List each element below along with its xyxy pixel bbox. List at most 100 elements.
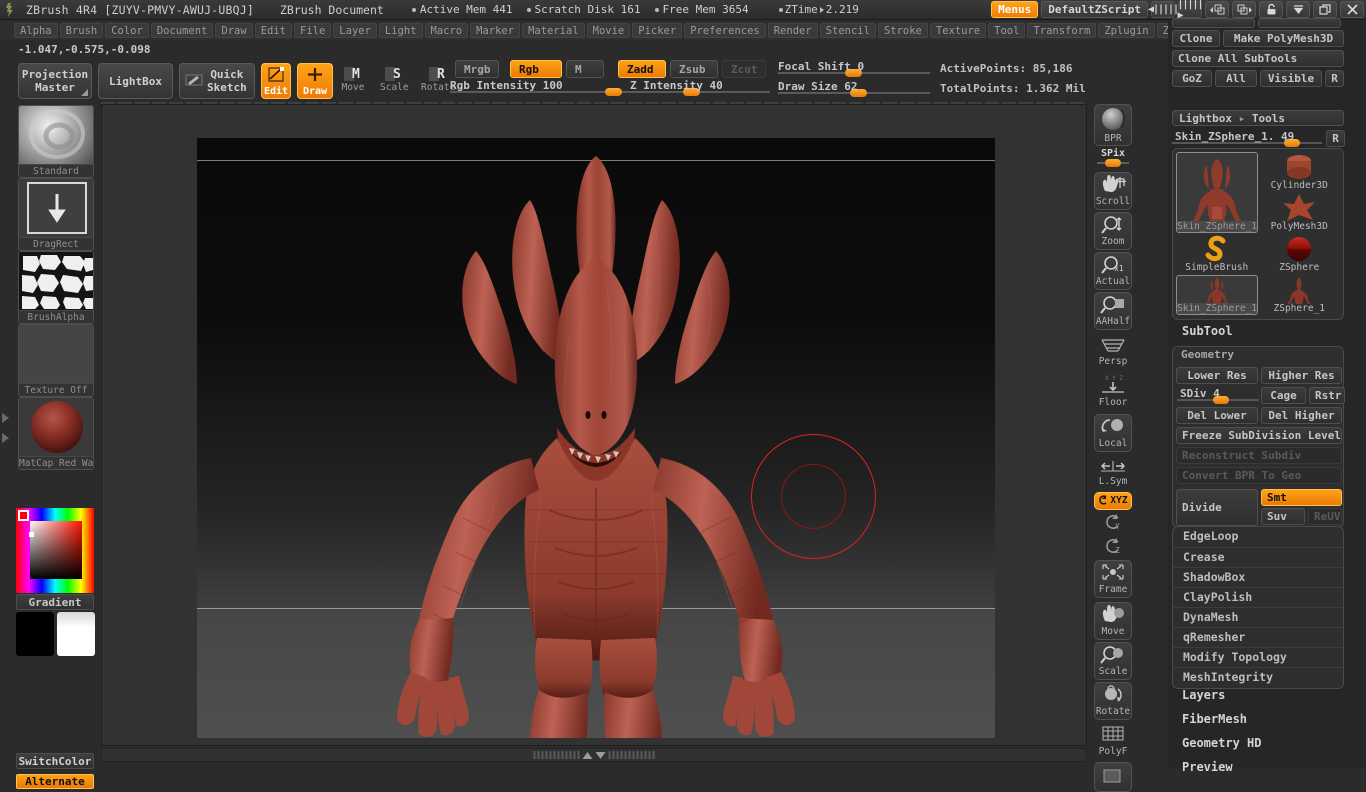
menu-item-stroke[interactable]: Stroke [877, 23, 928, 38]
menu-item-file[interactable]: File [294, 23, 332, 38]
scroll-down-icon[interactable] [595, 751, 606, 759]
scroll-grip-right-icon[interactable] [608, 751, 655, 759]
persp-button[interactable]: Persp [1094, 332, 1132, 370]
menu-item-marker[interactable]: Marker [470, 23, 521, 38]
make-polymesh3d-button[interactable]: Make PolyMesh3D [1223, 30, 1344, 47]
menu-item-draw[interactable]: Draw [215, 23, 253, 38]
tool-thumb-simplebrush[interactable]: SimpleBrush [1176, 234, 1258, 274]
bpr-button[interactable]: BPR [1094, 104, 1132, 146]
menu-item-render[interactable]: Render [767, 23, 818, 38]
prev-bars-icon[interactable]: ◀||||| [1148, 1, 1179, 18]
goz-button[interactable]: GoZ [1172, 70, 1212, 87]
subtool-section-header[interactable]: SubTool [1182, 324, 1233, 338]
section-geometry-hd[interactable]: Geometry HD [1182, 736, 1261, 750]
tool-thumb-polymesh3d[interactable]: PolyMesh3D [1259, 193, 1341, 233]
local-button[interactable]: Local [1094, 414, 1132, 452]
menu-item-macro[interactable]: Macro [424, 23, 469, 38]
tray-scroll-arrows[interactable] [2, 413, 13, 503]
scroll-up-icon[interactable] [582, 751, 593, 759]
rstr-button[interactable]: Rstr [1309, 387, 1345, 404]
menu-item-color[interactable]: Color [105, 23, 149, 38]
rotate-y-button[interactable]: Y [1094, 512, 1132, 534]
sdiv-slider[interactable]: SDiv 4 [1177, 387, 1259, 404]
section-fibermesh[interactable]: FiberMesh [1182, 712, 1247, 726]
close-icon[interactable] [1340, 1, 1364, 18]
geometry-subsection-claypolish[interactable]: ClayPolish [1173, 587, 1343, 607]
menu-item-brush[interactable]: Brush [59, 23, 104, 38]
clone-button[interactable]: Clone [1172, 30, 1220, 47]
section-preview[interactable]: Preview [1182, 760, 1233, 774]
menu-item-document[interactable]: Document [150, 23, 214, 38]
lower-res-button[interactable]: Lower Res [1176, 367, 1258, 384]
draw-size-slider[interactable]: Draw Size 62 [778, 80, 930, 97]
zoom-button[interactable]: Zoom [1094, 212, 1132, 250]
canvas-area[interactable] [101, 104, 1087, 746]
z-intensity-slider[interactable]: Z Intensity 40 [630, 79, 770, 96]
next-bars-icon[interactable]: |||||▶ [1177, 0, 1203, 21]
geometry-subsection-shadowbox[interactable]: ShadowBox [1173, 567, 1343, 587]
tool-thumb-zsphere-1[interactable]: ZSphere_1 [1259, 275, 1341, 315]
geometry-header[interactable]: Geometry [1173, 347, 1343, 364]
canvas-scroll-controls[interactable] [533, 751, 655, 759]
stroke-swatch[interactable]: DragRect [18, 178, 94, 251]
tool-thumb-zsphere[interactable]: ZSphere [1259, 234, 1341, 274]
xyz-button[interactable]: XYZ [1094, 492, 1132, 510]
color-picker-icon[interactable] [16, 508, 94, 593]
rgb-button[interactable]: Rgb [510, 60, 562, 78]
brush-swatch[interactable]: Standard [18, 105, 94, 178]
lightbox-tools-button[interactable]: Lightbox ▸ Tools [1172, 110, 1344, 126]
higher-res-button[interactable]: Higher Res [1261, 367, 1342, 384]
convert-bpr-button[interactable]: Convert BPR To Geo [1176, 467, 1342, 484]
tool-thumb-cylinder3d[interactable]: Cylinder3D [1259, 152, 1341, 192]
edit-button[interactable]: Edit [261, 63, 291, 99]
lightbox-button[interactable]: LightBox [98, 63, 173, 99]
menu-item-preferences[interactable]: Preferences [684, 23, 766, 38]
scroll-grip-left-icon[interactable] [533, 751, 580, 759]
reuv-button[interactable]: ReUV [1308, 508, 1342, 525]
polyf-button[interactable]: PolyF [1094, 722, 1132, 760]
section-layers[interactable]: Layers [1182, 688, 1225, 702]
mrgb-button[interactable]: Mrgb [455, 60, 499, 78]
move-tool-button[interactable]: M Move [340, 63, 366, 93]
scale-rail-button[interactable]: Scale [1094, 642, 1132, 680]
cage-button[interactable]: Cage [1261, 387, 1306, 404]
projection-master-button[interactable]: Projection Master [18, 63, 92, 99]
save-tool-partial-button[interactable] [1258, 18, 1341, 28]
menu-item-texture[interactable]: Texture [929, 23, 987, 38]
move-rail-button[interactable]: Move [1094, 602, 1132, 640]
visible-button[interactable]: Visible [1260, 70, 1322, 87]
m-button[interactable]: M [566, 60, 604, 78]
primary-color-swatch[interactable] [16, 612, 54, 656]
canvas-bottom-scroller[interactable] [101, 748, 1087, 762]
floor-button[interactable]: X Y Z Floor [1094, 372, 1132, 410]
restore-icon[interactable] [1313, 1, 1337, 18]
alternate-button[interactable]: Alternate [16, 774, 94, 789]
geometry-subsection-qremesher[interactable]: qRemesher [1173, 627, 1343, 647]
focal-shift-slider[interactable]: Focal Shift 0 [778, 60, 930, 77]
current-tool-slider[interactable]: Skin_ZSphere_1. 49 [1172, 130, 1322, 147]
material-swatch[interactable]: MatCap Red Wa [18, 397, 94, 470]
del-lower-button[interactable]: Del Lower [1176, 407, 1258, 424]
aahalf-button[interactable]: AAHalf [1094, 292, 1132, 330]
spix-slider[interactable]: SPix [1094, 148, 1132, 170]
load-tool-partial-button[interactable] [1172, 18, 1255, 28]
secondary-color-swatch[interactable] [57, 612, 95, 656]
menu-item-transform[interactable]: Transform [1027, 23, 1097, 38]
menu-item-material[interactable]: Material [522, 23, 585, 38]
menu-item-stencil[interactable]: Stencil [819, 23, 876, 38]
menu-item-tool[interactable]: Tool [988, 23, 1026, 38]
zsub-button[interactable]: Zsub [670, 60, 718, 78]
geometry-subsection-edgeloop[interactable]: EdgeLoop [1173, 527, 1343, 547]
geometry-subsection-modify-topology[interactable]: Modify Topology [1173, 647, 1343, 667]
scroll-button[interactable]: Scroll [1094, 172, 1132, 210]
menus-button[interactable]: Menus [991, 1, 1039, 18]
tool-thumb-skin-zsphere-1[interactable]: Skin_ZSphere_1 [1176, 152, 1258, 233]
transp-button[interactable] [1094, 762, 1132, 792]
menu-item-picker[interactable]: Picker [632, 23, 683, 38]
texture-swatch[interactable]: Texture Off [18, 324, 94, 397]
smt-button[interactable]: Smt [1261, 489, 1342, 506]
del-higher-button[interactable]: Del Higher [1261, 407, 1342, 424]
minimize-icon[interactable] [1286, 1, 1310, 18]
goz-r-button[interactable]: R [1325, 70, 1344, 87]
geometry-subsection-crease[interactable]: Crease [1173, 547, 1343, 567]
